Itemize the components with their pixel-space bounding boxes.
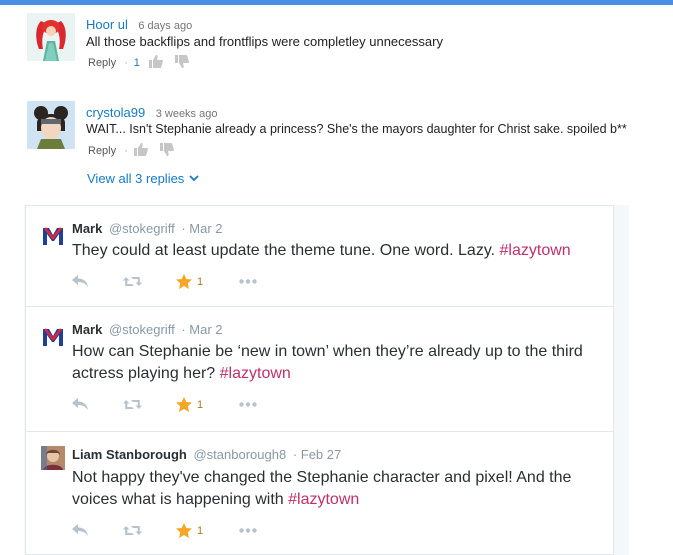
tweet-header: Liam Stanborough @stanborough8 · Feb 27	[72, 447, 341, 462]
tweet-list-edge	[614, 205, 629, 555]
avatar[interactable]	[41, 224, 65, 248]
hashtag-link[interactable]: #lazytown	[220, 365, 291, 382]
comment-actions: Reply ·	[88, 143, 186, 159]
tweet-text-line: How can Stephanie be ‘new in town’ when …	[72, 343, 583, 360]
thumbs-up-icon[interactable]	[148, 55, 163, 71]
tweet-date[interactable]: · Mar 2	[181, 322, 222, 337]
more-icon[interactable]	[239, 279, 257, 284]
tweet-header: Mark @stokegriff · Mar 2	[72, 322, 223, 337]
tweet-handle[interactable]: @stokegriff	[109, 221, 175, 236]
separator-dot: ·	[124, 57, 128, 69]
favorite-count: 1	[197, 398, 204, 411]
tweet-author-name[interactable]: Mark	[72, 221, 102, 236]
comment-author[interactable]: crystola99	[86, 105, 145, 120]
like-count: 1	[133, 57, 140, 69]
tweet-text-line: voices what is happening with	[72, 491, 289, 508]
tweet-author-name[interactable]: Mark	[72, 322, 102, 337]
tweet-handle[interactable]: @stanborough8	[193, 447, 286, 462]
tweet-card[interactable]: Mark @stokegriff · Mar 2 How can Stephan…	[25, 306, 614, 432]
favorite-count: 1	[197, 524, 204, 537]
tweet-card[interactable]: Liam Stanborough @stanborough8 · Feb 27 …	[25, 431, 614, 555]
tweet-text: They could at least update the theme tun…	[72, 240, 602, 262]
tweet-text: How can Stephanie be ‘new in town’ when …	[72, 341, 602, 385]
comment-author[interactable]: Hoor ul	[86, 17, 128, 32]
tweet-text: Not happy they've changed the Stephanie …	[72, 467, 602, 511]
avatar[interactable]	[41, 325, 65, 349]
retweet-icon[interactable]	[122, 524, 143, 537]
reply-icon[interactable]	[72, 524, 89, 537]
tweet-header: Mark @stokegriff · Mar 2	[72, 221, 223, 236]
hashtag-link[interactable]: #lazytown	[500, 242, 571, 259]
comment-text: WAIT... Isn't Stephanie already a prince…	[86, 122, 627, 136]
tweet-actions: 1	[72, 523, 257, 538]
tweet-date[interactable]: · Mar 2	[181, 221, 222, 236]
avatar[interactable]	[41, 446, 65, 470]
star-icon	[176, 523, 192, 538]
tweet-author-name[interactable]: Liam Stanborough	[72, 447, 187, 462]
comment-actions: Reply · 1	[88, 55, 201, 71]
top-accent-bar	[0, 0, 673, 5]
comment-text: All those backflips and frontflips were …	[86, 34, 443, 49]
more-icon[interactable]	[239, 528, 257, 533]
tweet-text-line: They could at least update the theme tun…	[72, 242, 500, 259]
tweet-date[interactable]: · Feb 27	[293, 447, 341, 462]
retweet-icon[interactable]	[122, 398, 143, 411]
avatar[interactable]	[27, 13, 75, 61]
retweet-icon[interactable]	[122, 275, 143, 288]
thumbs-down-icon[interactable]	[174, 55, 189, 71]
thumbs-down-icon[interactable]	[159, 143, 174, 159]
tweet-actions: 1	[72, 274, 257, 289]
favorite-count: 1	[197, 275, 204, 288]
tweet-card[interactable]: Mark @stokegriff · Mar 2 They could at l…	[25, 205, 614, 307]
tweet-actions: 1	[72, 397, 257, 412]
favorite-button[interactable]: 1	[176, 397, 203, 412]
avatar[interactable]	[27, 101, 75, 149]
comment-time[interactable]: 6 days ago	[138, 20, 192, 32]
favorite-button[interactable]: 1	[176, 274, 203, 289]
reply-icon[interactable]	[72, 398, 89, 411]
tweet-text-line: Not happy they've changed the Stephanie …	[72, 469, 572, 486]
hashtag-link[interactable]: #lazytown	[288, 491, 359, 508]
chevron-down-icon	[189, 175, 199, 182]
star-icon	[176, 274, 192, 289]
reply-icon[interactable]	[72, 275, 89, 288]
view-replies-label: View all 3 replies	[87, 171, 185, 186]
tweet-text-line: actress playing her?	[72, 365, 220, 382]
thumbs-up-icon[interactable]	[133, 143, 148, 159]
reply-button[interactable]: Reply	[88, 145, 116, 157]
view-replies-link[interactable]: View all 3 replies	[87, 171, 199, 186]
tweet-handle[interactable]: @stokegriff	[109, 322, 175, 337]
separator-dot: ·	[124, 145, 128, 157]
star-icon	[176, 397, 192, 412]
comment-meta: Hoor ul 6 days ago	[86, 16, 192, 34]
comment-meta: crystola99 3 weeks ago	[86, 104, 217, 122]
comment-time[interactable]: 3 weeks ago	[156, 108, 218, 120]
more-icon[interactable]	[239, 402, 257, 407]
favorite-button[interactable]: 1	[176, 523, 203, 538]
reply-button[interactable]: Reply	[88, 57, 116, 69]
